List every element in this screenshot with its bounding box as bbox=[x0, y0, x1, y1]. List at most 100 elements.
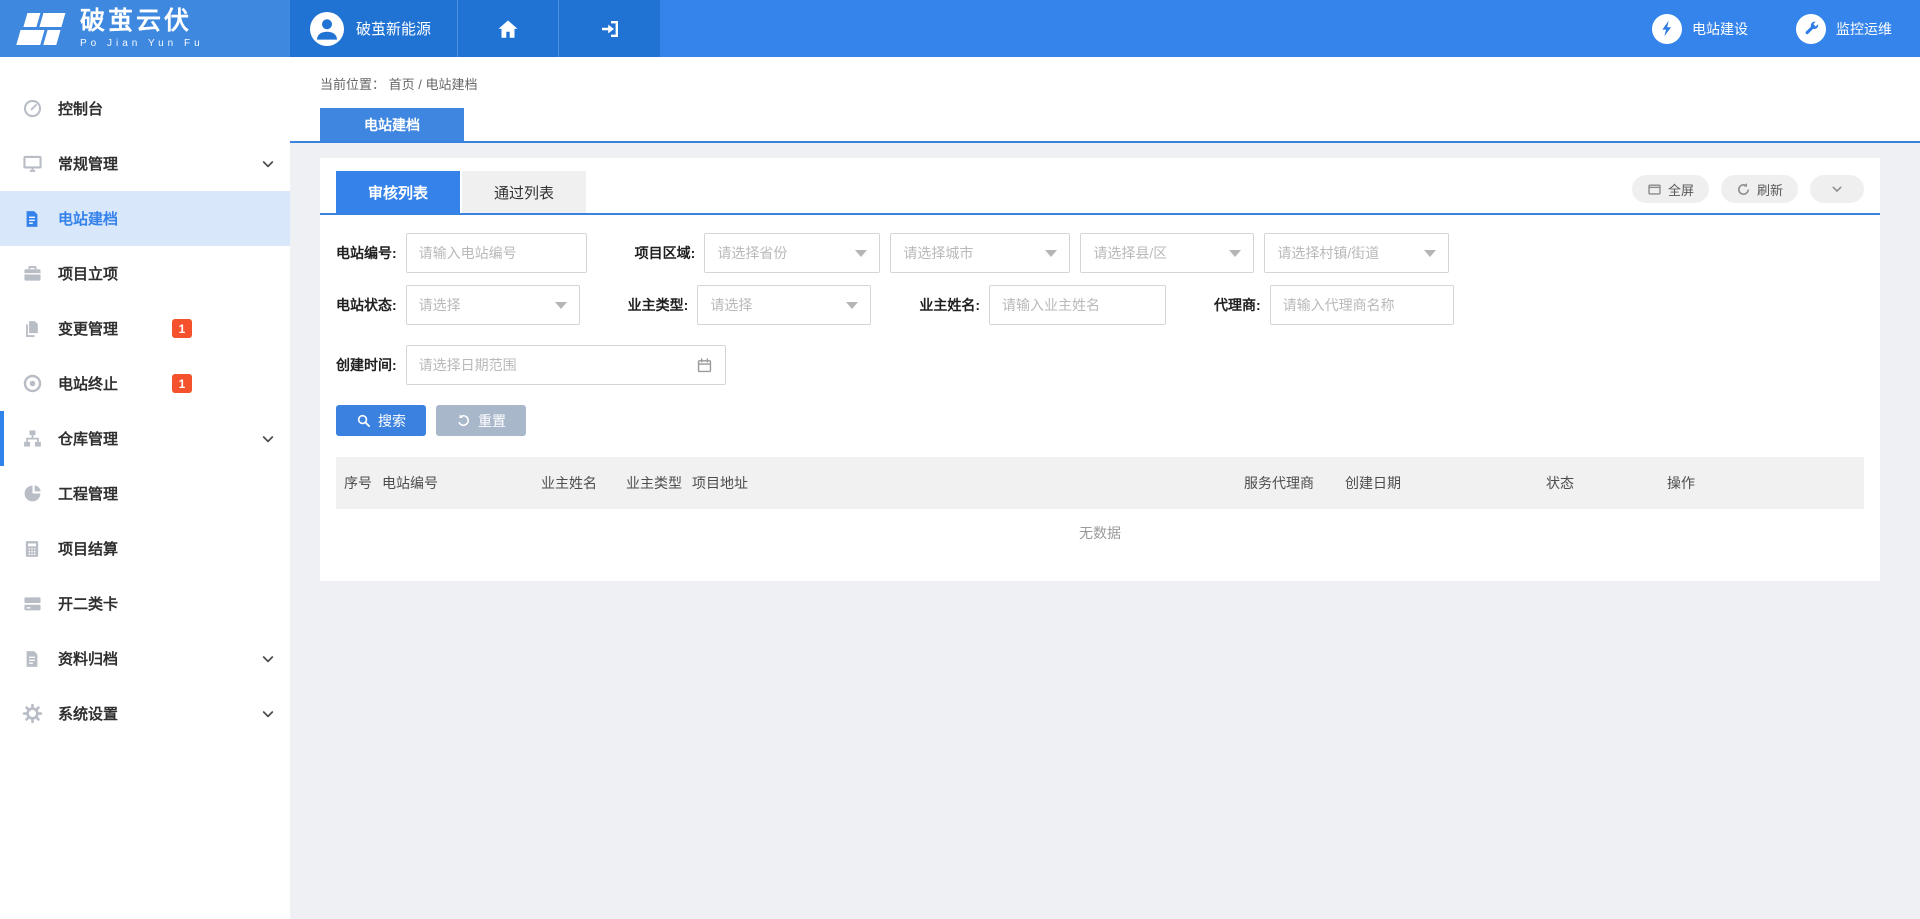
select-placeholder: 请选择 bbox=[419, 295, 461, 315]
active-indicator bbox=[0, 411, 4, 466]
region-label: 项目区域: bbox=[635, 243, 696, 263]
notification-badge: 1 bbox=[172, 374, 192, 393]
gear-icon bbox=[20, 703, 44, 724]
caret-down-icon bbox=[555, 302, 567, 309]
collapse-button[interactable] bbox=[1810, 175, 1864, 203]
province-select[interactable]: 请选择省份 bbox=[704, 233, 880, 273]
page-tab-station-filing[interactable]: 电站建档 bbox=[320, 108, 464, 141]
notification-badge: 1 bbox=[172, 319, 192, 338]
agent-input[interactable] bbox=[1270, 285, 1454, 325]
create-time-label: 创建时间: bbox=[336, 355, 397, 375]
sidebar-item-data-archive[interactable]: 资料归档 bbox=[0, 631, 290, 686]
sidebar-item-project-initiation[interactable]: 项目立项 bbox=[0, 246, 290, 301]
sidebar-item-label: 电站建档 bbox=[58, 208, 118, 229]
brand-logo: 破茧云伏 Po Jian Yun Fu bbox=[0, 0, 290, 57]
sidebar-item-system-settings[interactable]: 系统设置 bbox=[0, 686, 290, 741]
sidebar-item-general-management[interactable]: 常规管理 bbox=[0, 136, 290, 191]
date-placeholder: 请选择日期范围 bbox=[419, 355, 517, 375]
select-placeholder: 请选择村镇/街道 bbox=[1277, 243, 1379, 263]
page-topbar: 当前位置： 首页 / 电站建档 电站建档 bbox=[290, 57, 1920, 143]
column-header-owner-name: 业主姓名 bbox=[541, 473, 626, 493]
column-header-status: 状态 bbox=[1546, 473, 1667, 493]
station-no-label: 电站编号: bbox=[336, 243, 397, 263]
calendar-icon bbox=[696, 357, 713, 374]
select-placeholder: 请选择 bbox=[710, 295, 752, 315]
city-select[interactable]: 请选择城市 bbox=[890, 233, 1070, 273]
sidebar-item-label: 常规管理 bbox=[58, 153, 118, 174]
fullscreen-button[interactable]: 全屏 bbox=[1632, 175, 1709, 203]
tab-passed-list[interactable]: 通过列表 bbox=[462, 171, 586, 213]
card-stack-icon bbox=[20, 593, 44, 614]
briefcase-icon bbox=[20, 263, 44, 284]
station-no-input[interactable] bbox=[406, 233, 587, 273]
caret-down-icon bbox=[846, 302, 858, 309]
station-status-select[interactable]: 请选择 bbox=[406, 285, 580, 325]
sidebar: 控制台 常规管理 电站建档 项目立项 变更管理 1 电站终止 1 仓库管理 工程… bbox=[0, 57, 290, 919]
date-range-picker[interactable]: 请选择日期范围 bbox=[406, 345, 726, 385]
owner-name-input[interactable] bbox=[989, 285, 1166, 325]
column-header-service-agent: 服务代理商 bbox=[1244, 473, 1345, 493]
sidebar-item-label: 工程管理 bbox=[58, 483, 118, 504]
search-icon bbox=[356, 413, 371, 428]
caret-down-icon bbox=[1229, 250, 1241, 257]
circle-dot-icon bbox=[20, 373, 44, 394]
sidebar-item-engineering-management[interactable]: 工程管理 bbox=[0, 466, 290, 521]
search-button[interactable]: 搜索 bbox=[336, 405, 426, 436]
company-name: 破茧新能源 bbox=[356, 18, 431, 39]
select-placeholder: 请选择县/区 bbox=[1093, 243, 1167, 263]
column-header-project-address: 项目地址 bbox=[692, 473, 1244, 493]
panel-card: 审核列表 通过列表 全屏 刷新 bbox=[320, 158, 1880, 581]
sidebar-item-project-settlement[interactable]: 项目结算 bbox=[0, 521, 290, 576]
sidebar-item-label: 资料归档 bbox=[58, 648, 118, 669]
brand-subtitle: Po Jian Yun Fu bbox=[80, 38, 204, 49]
nav-label: 监控运维 bbox=[1836, 19, 1892, 39]
breadcrumb-label: 当前位置： bbox=[320, 77, 385, 92]
sidebar-item-station-termination[interactable]: 电站终止 1 bbox=[0, 356, 290, 411]
county-select[interactable]: 请选择县/区 bbox=[1080, 233, 1254, 273]
brand-title: 破茧云伏 bbox=[80, 9, 204, 34]
nav-station-construction[interactable]: 电站建设 bbox=[1652, 14, 1748, 44]
sidebar-item-label: 控制台 bbox=[58, 98, 103, 119]
nav-monitoring-ops[interactable]: 监控运维 bbox=[1796, 14, 1892, 44]
document-icon bbox=[20, 209, 44, 229]
sidebar-item-station-filing[interactable]: 电站建档 bbox=[0, 191, 290, 246]
sidebar-item-dashboard[interactable]: 控制台 bbox=[0, 81, 290, 136]
station-status-label: 电站状态: bbox=[336, 295, 397, 315]
caret-down-icon bbox=[1424, 250, 1436, 257]
breadcrumb-path[interactable]: 首页 / 电站建档 bbox=[389, 77, 478, 92]
owner-type-select[interactable]: 请选择 bbox=[697, 285, 871, 325]
sitemap-icon bbox=[20, 428, 44, 449]
main-area: 当前位置： 首页 / 电站建档 电站建档 审核列表 通过列表 全屏 刷 bbox=[290, 57, 1920, 919]
sidebar-item-type2-card[interactable]: 开二类卡 bbox=[0, 576, 290, 631]
header-right-nav: 电站建设 监控运维 bbox=[660, 0, 1920, 57]
owner-name-label: 业主姓名: bbox=[919, 295, 980, 315]
refresh-icon bbox=[1736, 182, 1751, 197]
chevron-down-icon bbox=[260, 156, 276, 172]
sidebar-item-change-management[interactable]: 变更管理 1 bbox=[0, 301, 290, 356]
pages-icon bbox=[20, 319, 44, 339]
header-middle: 破茧新能源 bbox=[290, 0, 660, 57]
chevron-down-icon bbox=[260, 706, 276, 722]
sidebar-item-warehouse-management[interactable]: 仓库管理 bbox=[0, 411, 290, 466]
reset-label: 重置 bbox=[478, 411, 506, 431]
refresh-label: 刷新 bbox=[1757, 180, 1783, 199]
column-header-station-no: 电站编号 bbox=[374, 473, 541, 493]
nav-label: 电站建设 bbox=[1692, 19, 1748, 39]
pie-chart-icon bbox=[20, 483, 44, 504]
panel-tab-bar: 审核列表 通过列表 全屏 刷新 bbox=[320, 158, 1880, 215]
chevron-down-icon bbox=[1830, 182, 1844, 196]
column-header-create-date: 创建日期 bbox=[1345, 473, 1546, 493]
refresh-button[interactable]: 刷新 bbox=[1721, 175, 1798, 203]
sidebar-item-label: 电站终止 bbox=[58, 373, 118, 394]
document-icon bbox=[20, 649, 44, 669]
town-select[interactable]: 请选择村镇/街道 bbox=[1264, 233, 1449, 273]
sidebar-item-label: 项目结算 bbox=[58, 538, 118, 559]
brand-mark-icon bbox=[16, 11, 68, 47]
chevron-down-icon bbox=[260, 651, 276, 667]
home-button[interactable] bbox=[458, 0, 559, 57]
column-header-index: 序号 bbox=[336, 473, 374, 493]
tab-review-list[interactable]: 审核列表 bbox=[336, 171, 460, 213]
user-menu[interactable]: 破茧新能源 bbox=[290, 0, 458, 57]
logout-button[interactable] bbox=[559, 0, 660, 57]
reset-button[interactable]: 重置 bbox=[436, 405, 526, 436]
